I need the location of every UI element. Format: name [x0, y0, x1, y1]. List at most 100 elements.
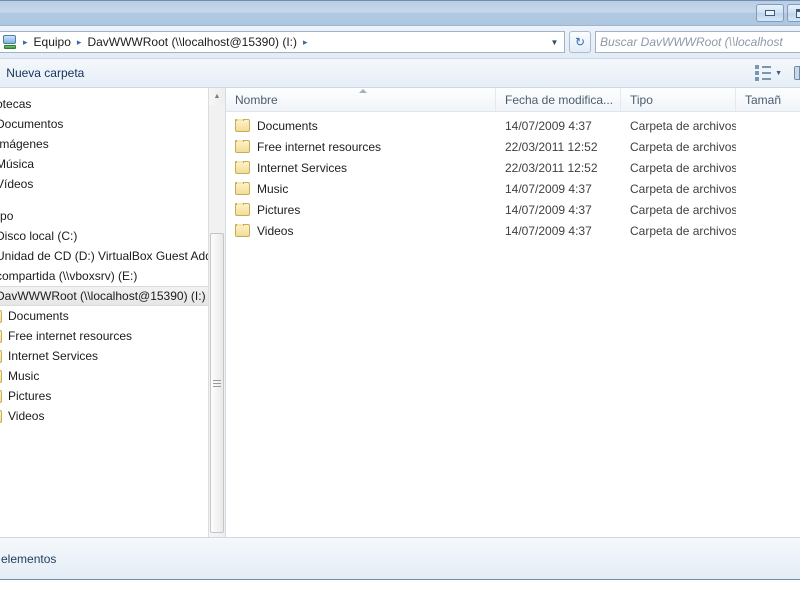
table-row[interactable]: Documents 14/07/2009 4:37 Carpeta de arc… [226, 115, 800, 136]
sidebar-item-label: Documents [8, 309, 69, 323]
file-date: 14/07/2009 4:37 [505, 223, 592, 238]
sidebar-item-label: Vídeos [0, 177, 34, 191]
column-label: Tipo [630, 92, 653, 107]
minimize-button[interactable] [756, 4, 784, 22]
folder-icon [0, 409, 2, 423]
file-name-cell: Music [226, 181, 496, 196]
table-row[interactable]: Music 14/07/2009 4:37 Carpeta de archivo… [226, 178, 800, 199]
file-date: 14/07/2009 4:37 [505, 202, 592, 217]
column-header-nombre[interactable]: Nombre [226, 88, 496, 111]
breadcrumb-item-equipo[interactable]: Equipo [31, 34, 74, 50]
sidebar-item-disco-local-c[interactable]: Disco local (C:) [0, 226, 225, 246]
sidebar-item-music[interactable]: Music [0, 366, 225, 386]
sidebar-item-label: DavWWWRoot (\\localhost@15390) (I:) [0, 289, 206, 303]
sidebar-item-label: compartida (\\vboxsrv) (E:) [0, 269, 138, 283]
file-type: Carpeta de archivos [630, 160, 736, 175]
file-list-pane: Nombre Fecha de modifica... Tipo Tamañ D… [226, 88, 800, 537]
folder-icon [0, 369, 2, 383]
nav-group-equipo[interactable]: quipo [0, 206, 225, 226]
sidebar-item-videos-lib[interactable]: Vídeos [0, 174, 225, 194]
sidebar-item-free-internet-resources[interactable]: Free internet resources [0, 326, 225, 346]
refresh-icon: ↻ [574, 35, 586, 49]
file-name: Internet Services [257, 160, 348, 175]
table-row[interactable]: Videos 14/07/2009 4:37 Carpeta de archiv… [226, 220, 800, 241]
nav-group-label: bliotecas [0, 97, 32, 111]
column-label: Fecha de modifica... [505, 92, 614, 107]
folder-icon [235, 118, 250, 132]
scrollbar-thumb[interactable] [210, 233, 224, 533]
sidebar-item-musica[interactable]: Música [0, 154, 225, 174]
sidebar-item-videos[interactable]: Videos [0, 406, 225, 426]
status-item-count: 6 elementos [0, 551, 57, 566]
sidebar-item-documentos[interactable]: Documentos [0, 114, 225, 134]
minimize-icon [765, 10, 775, 16]
sidebar-item-label: Music [8, 369, 40, 383]
status-bar: 6 elementos [0, 537, 800, 579]
sidebar-item-unidad-cd-d[interactable]: Unidad de CD (D:) VirtualBox Guest Addit… [0, 246, 225, 266]
scrollbar-track[interactable] [209, 105, 225, 533]
breadcrumb-separator: ▸ [23, 36, 28, 47]
sidebar-item-label: Free internet resources [8, 329, 133, 343]
table-row[interactable]: Internet Services 22/03/2011 12:52 Carpe… [226, 157, 800, 178]
column-label: Nombre [235, 92, 278, 107]
navigation-pane: bliotecas Documentos Imágenes Música Víd… [0, 88, 226, 537]
maximize-icon [795, 8, 800, 18]
sidebar-item-label: Documentos [0, 117, 64, 131]
file-rows: Documents 14/07/2009 4:37 Carpeta de arc… [226, 112, 800, 537]
sidebar-item-label: Música [0, 157, 35, 171]
file-name-cell: Internet Services [226, 160, 496, 175]
breadcrumb-separator: ▸ [76, 36, 82, 47]
column-header-tipo[interactable]: Tipo [621, 88, 736, 111]
title-bar [0, 1, 800, 26]
chevron-down-icon: ▼ [775, 69, 782, 77]
folder-icon [235, 223, 250, 237]
column-headers: Nombre Fecha de modifica... Tipo Tamañ [226, 88, 800, 112]
search-input[interactable]: Buscar DavWWWRoot (\\localhost [595, 31, 800, 53]
navigation-pane-scrollbar[interactable]: ▲ ▼ [208, 88, 225, 537]
sidebar-item-davwwwroot[interactable]: DavWWWRoot (\\localhost@15390) (I:) [0, 286, 225, 306]
column-header-tamano[interactable]: Tamañ [736, 88, 800, 111]
sidebar-item-label: Disco local (C:) [0, 229, 78, 243]
breadcrumb-item-davwwwroot[interactable]: DavWWWRoot (\\localhost@15390) (I:) [84, 34, 300, 50]
scroll-up-icon[interactable]: ▲ [209, 88, 225, 105]
maximize-button[interactable] [787, 4, 800, 22]
sidebar-item-imagenes[interactable]: Imágenes [0, 134, 225, 154]
file-name: Videos [257, 223, 294, 238]
new-folder-label: Nueva carpeta [6, 66, 85, 80]
sidebar-item-pictures[interactable]: Pictures [0, 386, 225, 406]
table-row[interactable]: Free internet resources 22/03/2011 12:52… [226, 136, 800, 157]
show-preview-pane-button[interactable] [788, 63, 800, 83]
nav-group-label: quipo [0, 209, 14, 223]
file-type: Carpeta de archivos [630, 202, 736, 217]
new-folder-button[interactable]: Nueva carpeta [0, 63, 94, 83]
file-name-cell: Videos [226, 223, 496, 238]
folder-icon [0, 309, 2, 323]
sidebar-item-label: Pictures [8, 389, 52, 403]
sidebar-item-documents[interactable]: Documents [0, 306, 225, 326]
file-name-cell: Free internet resources [226, 139, 496, 154]
refresh-button[interactable]: ↻ [569, 31, 591, 53]
folder-icon [0, 389, 2, 403]
address-input[interactable]: ▸ Equipo ▸ DavWWWRoot (\\localhost@15390… [0, 31, 565, 53]
chevron-down-icon[interactable]: ▼ [547, 38, 562, 47]
nav-group-libraries[interactable]: bliotecas [0, 94, 225, 114]
nav-group-red[interactable]: ed [0, 438, 225, 458]
sidebar-item-compartida-e[interactable]: compartida (\\vboxsrv) (E:) [0, 266, 225, 286]
change-view-button[interactable]: ▼ [749, 62, 788, 84]
grip-icon [213, 379, 221, 387]
file-type: Carpeta de archivos [630, 181, 736, 196]
view-options-icon [755, 65, 772, 81]
column-label: Tamañ [745, 92, 782, 107]
sidebar-item-internet-services[interactable]: Internet Services [0, 346, 225, 366]
file-date: 14/07/2009 4:37 [505, 181, 592, 196]
table-row[interactable]: Pictures 14/07/2009 4:37 Carpeta de arch… [226, 199, 800, 220]
sidebar-item-label: Imágenes [0, 137, 49, 151]
search-placeholder: Buscar DavWWWRoot (\\localhost [600, 35, 783, 49]
folder-icon [0, 329, 2, 343]
file-date: 14/07/2009 4:37 [505, 118, 592, 133]
file-name-cell: Documents [226, 118, 496, 133]
folder-icon [235, 181, 250, 195]
column-header-fecha[interactable]: Fecha de modifica... [496, 88, 621, 111]
